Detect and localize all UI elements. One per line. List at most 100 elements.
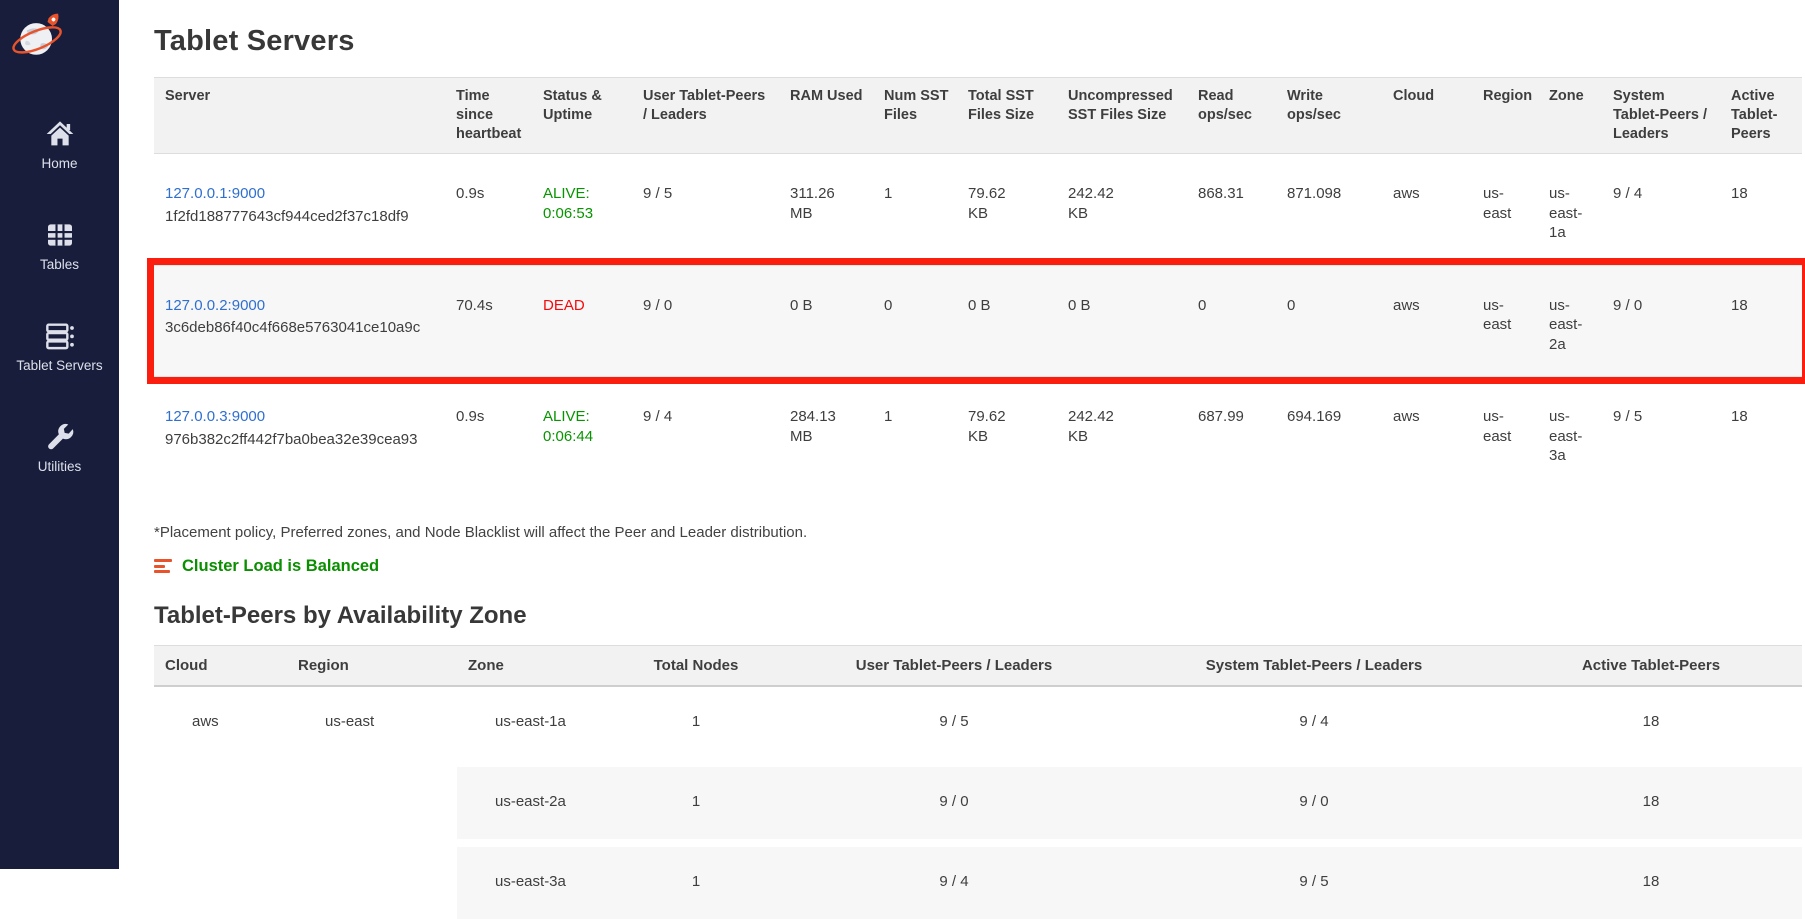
col-header-region: Region (287, 645, 457, 686)
server-uuid: 976b382c2ff442f7ba0bea32e39cea93 (165, 430, 437, 450)
sidebar-item-label: Home (41, 156, 77, 171)
col-header-uncompressed-sst-size: Uncompressed SST Files Size (1057, 78, 1187, 154)
col-header-num-sst-files: Num SST Files (873, 78, 957, 154)
total-sst-value: 0 B (968, 296, 1049, 316)
col-header-heartbeat: Time since heartbeat (445, 78, 532, 154)
zone-row-us-east-1a: aws us-east us-east-1a 1 9 / 5 9 / 4 18 (154, 686, 1802, 763)
col-header-user-tablet-peers: User Tablet-Peers / Leaders (632, 78, 779, 154)
cell-region: us-east (287, 686, 457, 919)
cell-region: us-east (1472, 377, 1538, 488)
servers-table-header-row: Server Time since heartbeat Status & Upt… (154, 78, 1802, 154)
tablet-servers-icon (44, 320, 76, 352)
server-link[interactable]: 127.0.0.1:9000 (165, 185, 265, 202)
status-text: DEAD (543, 296, 624, 316)
cell-zone: us-east-1a (457, 686, 612, 763)
sidebar-item-home[interactable]: Home (0, 118, 119, 171)
total-sst-unit: KB (968, 204, 1049, 224)
cell-num-sst-files: 0 (873, 265, 957, 377)
sidebar: Home Tables (0, 0, 119, 869)
cell-uncompressed-sst-size: 0 B (1057, 265, 1187, 377)
sidebar-item-tables[interactable]: Tables (0, 219, 119, 272)
cell-zone: us-east-3a (1538, 377, 1602, 488)
ram-unit: MB (790, 427, 865, 447)
cell-system-tablet-peers: 9 / 5 (1602, 377, 1720, 488)
main-content: Tablet Servers Server Time since heartbe… (119, 0, 1805, 869)
utilities-icon (44, 421, 76, 453)
col-header-region: Region (1472, 78, 1538, 154)
server-row-127-0-0-2-highlighted: 127.0.0.2:9000 3c6deb86f40c4f668e5763041… (154, 265, 1802, 377)
sidebar-item-label: Utilities (38, 459, 82, 474)
cell-user-tablet-peers: 9 / 4 (780, 843, 1128, 919)
cell-zone: us-east-1a (1538, 154, 1602, 266)
sidebar-item-tablet-servers[interactable]: Tablet Servers (0, 320, 119, 373)
server-link[interactable]: 127.0.0.2:9000 (165, 297, 265, 314)
ram-value: 311.26 (790, 184, 865, 204)
col-header-user-tablet-peers: User Tablet-Peers / Leaders (780, 645, 1128, 686)
app-root: Home Tables (0, 0, 1805, 869)
cell-server: 127.0.0.3:9000 976b382c2ff442f7ba0bea32e… (154, 377, 445, 488)
cell-server: 127.0.0.1:9000 1f2fd188777643cf944ced2f3… (154, 154, 445, 266)
cell-ram-used: 311.26 MB (779, 154, 873, 266)
cell-system-tablet-peers: 9 / 4 (1128, 686, 1500, 763)
cell-total-sst-size: 79.62 KB (957, 377, 1057, 488)
cell-system-tablet-peers: 9 / 0 (1602, 265, 1720, 377)
total-sst-unit: KB (968, 427, 1049, 447)
col-header-zone: Zone (1538, 78, 1602, 154)
col-header-server: Server (154, 78, 445, 154)
sidebar-item-label: Tables (40, 257, 79, 272)
ram-value: 284.13 (790, 407, 865, 427)
cell-zone: us-east-2a (1538, 265, 1602, 377)
cell-total-nodes: 1 (612, 843, 780, 919)
zones-table-header-row: Cloud Region Zone Total Nodes User Table… (154, 645, 1802, 686)
cell-num-sst-files: 1 (873, 154, 957, 266)
status-text: ALIVE: (543, 407, 624, 427)
server-link[interactable]: 127.0.0.3:9000 (165, 408, 265, 425)
cell-ram-used: 284.13 MB (779, 377, 873, 488)
col-header-system-tablet-peers: System Tablet-Peers / Leaders (1128, 645, 1500, 686)
col-header-write-ops: Write ops/sec (1276, 78, 1382, 154)
cell-total-sst-size: 0 B (957, 265, 1057, 377)
cell-active-tablet-peers: 18 (1500, 843, 1802, 919)
cell-total-nodes: 1 (612, 686, 780, 763)
cell-system-tablet-peers: 9 / 4 (1602, 154, 1720, 266)
home-icon (44, 118, 76, 150)
sidebar-nav: Home Tables (0, 118, 119, 522)
section-title-tablet-peers-by-zone: Tablet-Peers by Availability Zone (154, 602, 1802, 630)
cell-cloud: aws (1382, 265, 1472, 377)
cell-uncompressed-sst-size: 242.42 KB (1057, 154, 1187, 266)
cell-cloud: aws (154, 686, 287, 919)
server-row-127-0-0-1: 127.0.0.1:9000 1f2fd188777643cf944ced2f3… (154, 154, 1802, 266)
sidebar-item-utilities[interactable]: Utilities (0, 421, 119, 474)
col-header-cloud: Cloud (1382, 78, 1472, 154)
yugabyte-logo[interactable] (10, 10, 66, 66)
cell-cloud: aws (1382, 154, 1472, 266)
cell-status-uptime: ALIVE: 0:06:53 (532, 154, 632, 266)
sidebar-item-label: Tablet Servers (16, 358, 102, 373)
cell-read-ops: 687.99 (1187, 377, 1276, 488)
uptime-text: 0:06:44 (543, 427, 624, 447)
uptime-text: 0:06:53 (543, 204, 624, 224)
col-header-status-uptime: Status & Uptime (532, 78, 632, 154)
planet-rocket-logo-icon (10, 10, 66, 66)
uncompressed-unit: KB (1068, 427, 1179, 447)
cell-total-nodes: 1 (612, 763, 780, 843)
uncompressed-unit: KB (1068, 204, 1179, 224)
cell-cloud: aws (1382, 377, 1472, 488)
cell-write-ops: 871.098 (1276, 154, 1382, 266)
cell-read-ops: 0 (1187, 265, 1276, 377)
cell-read-ops: 868.31 (1187, 154, 1276, 266)
cell-active-tablet-peers: 18 (1500, 763, 1802, 843)
cell-write-ops: 0 (1276, 265, 1382, 377)
cell-user-tablet-peers: 9 / 4 (632, 377, 779, 488)
cell-heartbeat: 0.9s (445, 154, 532, 266)
col-header-total-nodes: Total Nodes (612, 645, 780, 686)
col-header-read-ops: Read ops/sec (1187, 78, 1276, 154)
col-header-active-tablet-peers: Active Tablet-Peers (1500, 645, 1802, 686)
cell-heartbeat: 0.9s (445, 377, 532, 488)
cell-active-tablet-peers: 18 (1720, 265, 1802, 377)
server-row-127-0-0-3: 127.0.0.3:9000 976b382c2ff442f7ba0bea32e… (154, 377, 1802, 488)
ram-unit: MB (790, 204, 865, 224)
cell-user-tablet-peers: 9 / 5 (780, 686, 1128, 763)
cluster-load-status: Cluster Load is Balanced (154, 557, 1802, 576)
cell-uncompressed-sst-size: 242.42 KB (1057, 377, 1187, 488)
